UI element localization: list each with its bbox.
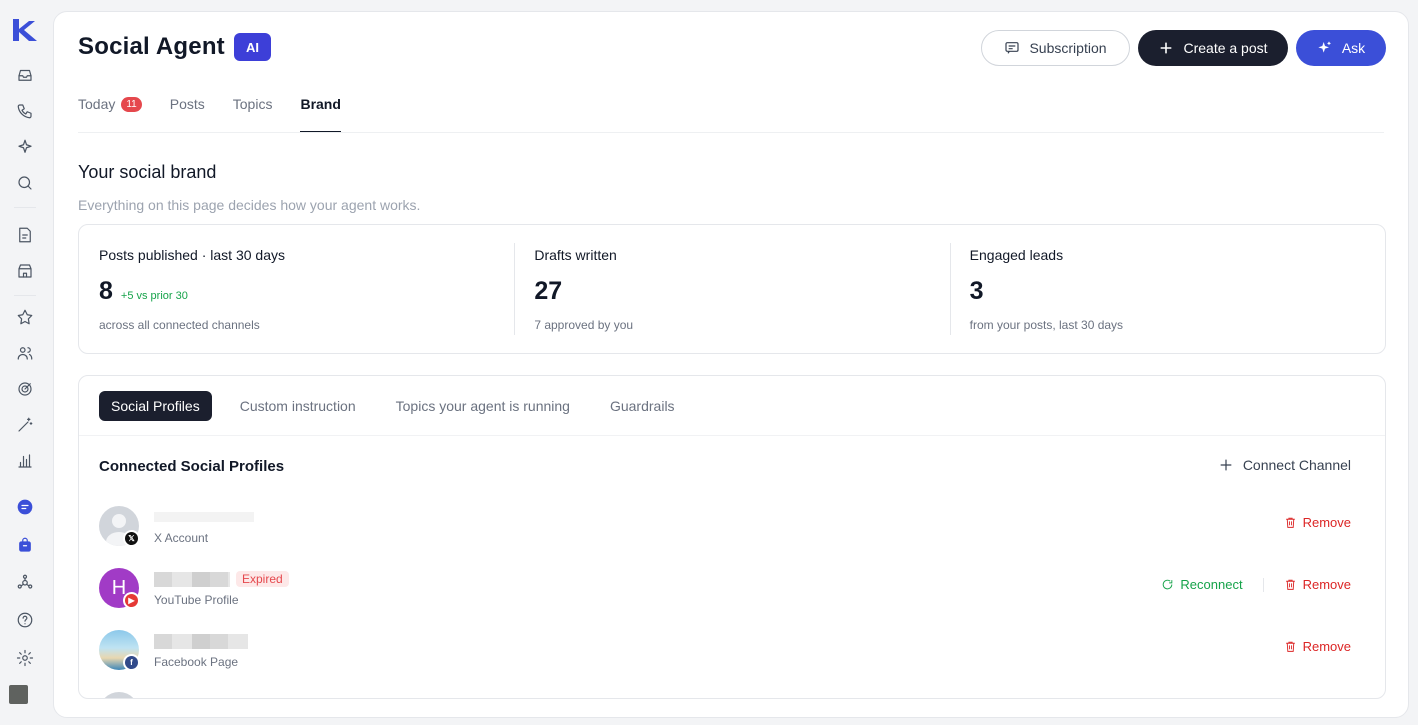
- stat-delta: +5 vs prior 30: [120, 290, 188, 302]
- stats-card: Posts published · last 30 days 8 +5 vs p…: [78, 224, 1386, 354]
- panel-tabs-divider: [79, 435, 1385, 436]
- connected-profiles-title: Connected Social Profiles: [99, 458, 285, 475]
- youtube-logo-icon: ▶: [123, 592, 140, 609]
- stat-label: Posts published · last 30 days: [99, 247, 285, 263]
- ask-label: Ask: [1341, 40, 1366, 56]
- tab-brand-label: Brand: [300, 96, 341, 112]
- reconnect-button[interactable]: Reconnect: [1161, 577, 1243, 592]
- inbox-icon[interactable]: [15, 65, 35, 85]
- help-icon[interactable]: [15, 610, 35, 630]
- today-count-badge: 11: [121, 97, 142, 112]
- stat-value: 27: [534, 277, 563, 305]
- page-title: Social Agent: [78, 33, 225, 60]
- profile-row: 𝕏 X Account Remove: [99, 506, 1367, 550]
- magic-wand-icon[interactable]: [15, 415, 35, 435]
- tab-topics[interactable]: Topics: [233, 96, 273, 133]
- target-icon[interactable]: [15, 379, 35, 399]
- subscription-button[interactable]: Subscription: [981, 30, 1130, 66]
- social-agent-icon[interactable]: [15, 497, 35, 517]
- plus-icon: [1220, 459, 1232, 471]
- sparkle-icon: [1318, 41, 1331, 53]
- section-subtitle: Everything on this page decides how your…: [78, 197, 421, 213]
- tab-guardrails[interactable]: Guardrails: [598, 391, 687, 421]
- profile-type: YouTube Profile: [154, 593, 239, 607]
- bag-icon[interactable]: [15, 535, 35, 555]
- remove-label: Remove: [1302, 577, 1351, 592]
- tab-brand[interactable]: Brand: [300, 96, 342, 133]
- ask-button[interactable]: Ask: [1296, 30, 1386, 66]
- refresh-icon: [1163, 579, 1173, 590]
- create-post-label: Create a post: [1183, 40, 1268, 56]
- stat-value: 8: [99, 277, 113, 305]
- subscription-label: Subscription: [1029, 40, 1107, 56]
- sparkle-icon[interactable]: [15, 137, 35, 157]
- search-icon[interactable]: [15, 173, 35, 193]
- network-icon[interactable]: [15, 572, 35, 592]
- settings-gear-icon[interactable]: [15, 648, 35, 668]
- tab-social-profiles[interactable]: Social Profiles: [99, 391, 212, 421]
- trash-icon: [1285, 517, 1295, 528]
- remove-button[interactable]: Remove: [1284, 515, 1351, 530]
- expired-badge: Expired: [236, 571, 289, 587]
- phone-icon[interactable]: [15, 101, 35, 121]
- users-icon[interactable]: [15, 343, 35, 363]
- user-avatar[interactable]: [9, 685, 28, 704]
- bar-chart-icon[interactable]: [15, 451, 35, 471]
- create-post-button[interactable]: Create a post: [1138, 30, 1288, 66]
- stat-note: across all connected channels: [99, 318, 260, 332]
- stat-note: 7 approved by you: [534, 318, 634, 332]
- main-tabs: Today 11 Posts Topics Brand: [78, 96, 369, 133]
- tabs-divider: [78, 132, 1384, 133]
- tab-topics-running[interactable]: Topics your agent is running: [384, 391, 582, 421]
- trash-icon: [1285, 641, 1295, 652]
- stat-label: Engaged leads: [969, 247, 1064, 263]
- stat-value: 3: [969, 277, 984, 305]
- star-icon[interactable]: [15, 307, 35, 327]
- plus-icon: [1161, 42, 1172, 54]
- tab-today[interactable]: Today 11: [78, 96, 142, 133]
- stat-drafts-written: Drafts written 27 7 approved by you: [514, 225, 949, 353]
- stat-note: from your posts, last 30 days: [969, 318, 1124, 332]
- reconnect-label: Reconnect: [1180, 577, 1243, 592]
- stat-posts-published: Posts published · last 30 days 8 +5 vs p…: [79, 225, 514, 353]
- remove-label: Remove: [1302, 515, 1351, 530]
- message-icon: [1005, 42, 1020, 54]
- profile-row: H ▶ Expired YouTube Profile Reconnect Re…: [99, 568, 1367, 612]
- profile-name-redacted: Expired: [154, 570, 289, 588]
- ai-badge: AI: [234, 33, 271, 61]
- tab-topics-label: Topics: [232, 96, 273, 112]
- stat-label: Drafts written: [534, 247, 617, 263]
- tab-today-label: Today: [78, 96, 116, 112]
- profile-name-redacted: [154, 508, 254, 526]
- stat-engaged-leads: Engaged leads 3 from your posts, last 30…: [949, 225, 1385, 353]
- section-title: Your social brand: [78, 162, 217, 182]
- document-edit-icon[interactable]: [15, 225, 35, 245]
- connect-channel-label: Connect Channel: [1242, 457, 1351, 473]
- remove-label: Remove: [1302, 639, 1351, 654]
- panel-tabs: Social Profiles Custom instruction Topic…: [99, 391, 697, 421]
- remove-button[interactable]: Remove: [1284, 577, 1351, 592]
- profile-name-redacted: [154, 632, 248, 650]
- tab-custom-instruction[interactable]: Custom instruction: [228, 391, 368, 421]
- app-logo-icon[interactable]: [11, 17, 39, 43]
- trash-icon: [1285, 579, 1295, 590]
- tab-posts-label: Posts: [169, 96, 205, 112]
- tab-posts[interactable]: Posts: [170, 96, 205, 133]
- facebook-logo-icon: f: [123, 654, 140, 671]
- connect-channel-button[interactable]: Connect Channel: [1218, 457, 1351, 473]
- profile-type: Facebook Page: [154, 655, 239, 669]
- main-content: Social Agent AI Subscription Create a po…: [53, 11, 1409, 718]
- x-logo-icon: 𝕏: [123, 530, 140, 547]
- profile-row: [99, 692, 1367, 698]
- brand-settings-panel: Social Profiles Custom instruction Topic…: [78, 375, 1386, 699]
- store-icon[interactable]: [15, 261, 35, 281]
- remove-button[interactable]: Remove: [1284, 639, 1351, 654]
- sidebar: [0, 0, 50, 725]
- profile-row: f Facebook Page Remove: [99, 630, 1367, 674]
- profile-type: X Account: [154, 531, 209, 545]
- avatar: [99, 692, 139, 698]
